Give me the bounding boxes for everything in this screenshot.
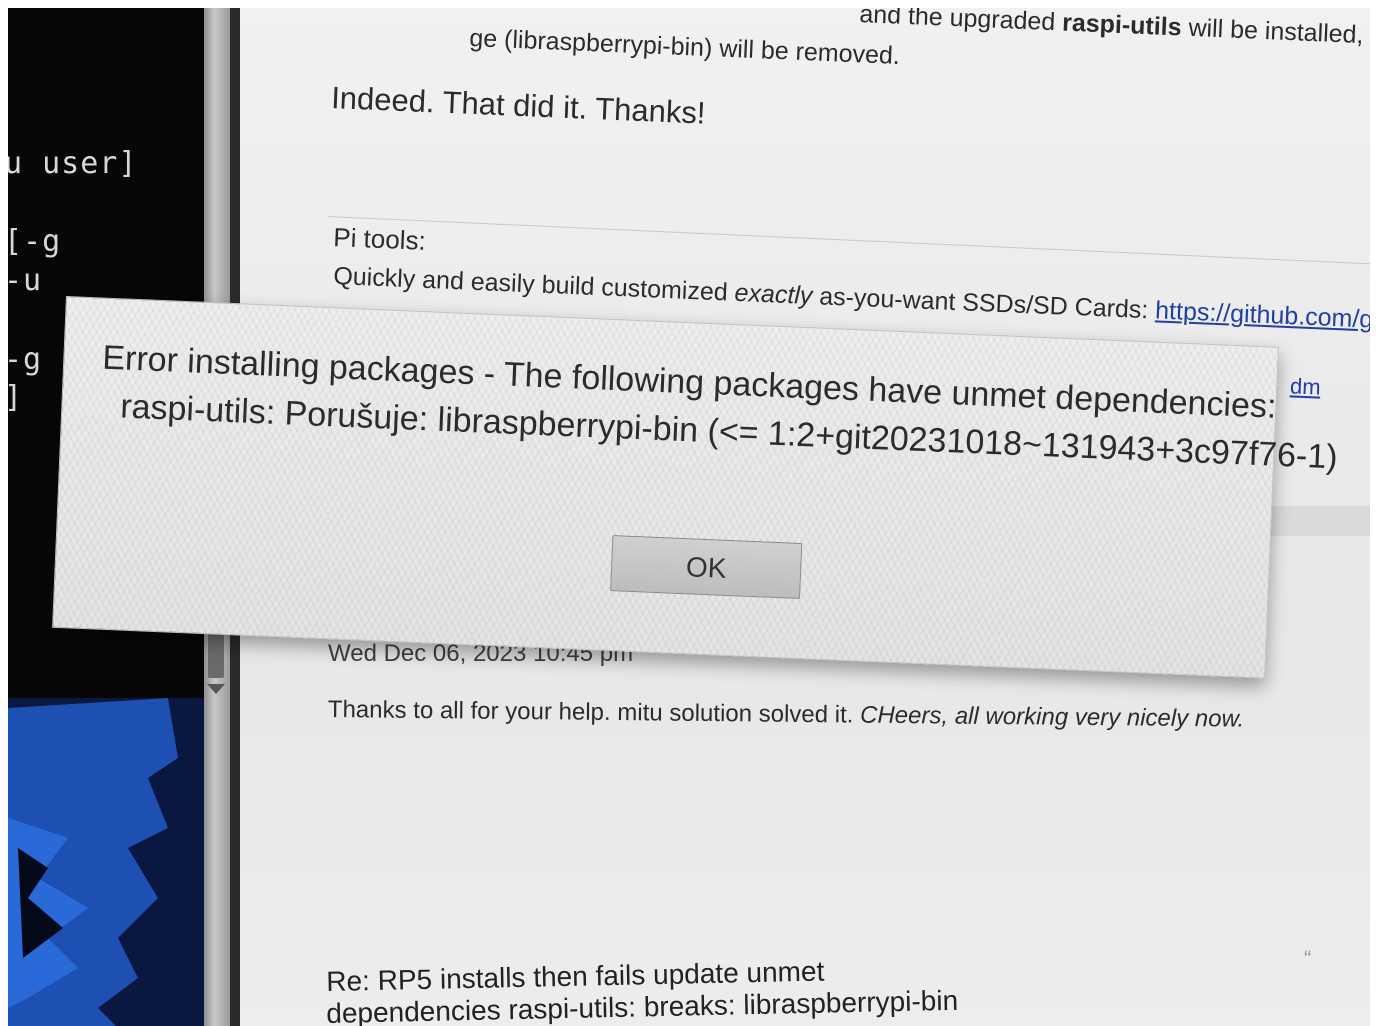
terminal-line: -u (8, 263, 43, 298)
error-dialog: Error installing packages - The followin… (52, 296, 1338, 679)
signature-divider (327, 216, 1370, 266)
previous-post-text-right: and the upgraded raspi-utils will be ins… (858, 8, 1370, 51)
audio-waveform-graphic (8, 698, 208, 1026)
signature-link-wrap[interactable]: dm (1289, 373, 1322, 400)
scroll-down-arrow-icon[interactable] (207, 684, 225, 694)
reply-text: Indeed. That did it. Thanks! (330, 80, 707, 131)
terminal-line: ] (8, 380, 23, 415)
terminal-line: u user] (8, 146, 138, 181)
signature-link[interactable]: https://github.com/gitbls/sdm (1155, 296, 1370, 337)
signature-label: Pi tools: (332, 222, 427, 256)
post-body: Thanks to all for your help. mitu soluti… (327, 696, 1245, 733)
quote-icon[interactable]: “ (1304, 946, 1311, 972)
terminal-line: [-g (8, 224, 62, 259)
terminal-line: -g (8, 342, 43, 377)
monitor-screen: u user] [-g -u -g ] ge (libraspberrypi-b… (8, 8, 1370, 1026)
previous-post-text: ge (libraspberrypi-bin) will be removed. (468, 24, 901, 71)
ok-button[interactable]: OK (610, 535, 803, 600)
